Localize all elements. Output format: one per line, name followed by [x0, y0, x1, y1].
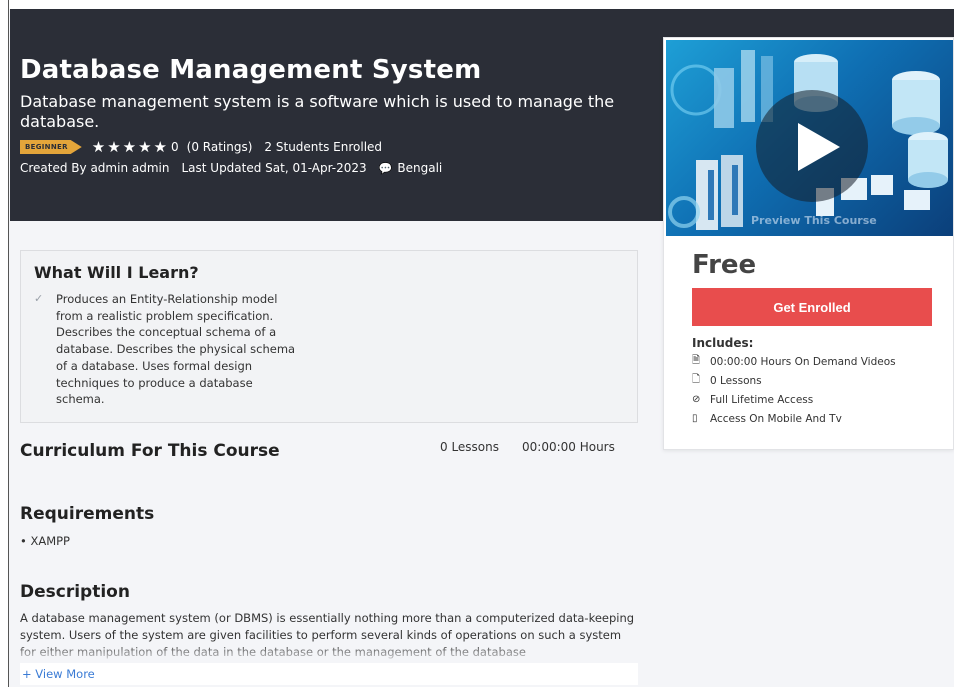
ratings-count: (0 Ratings)	[186, 140, 253, 154]
learn-item: Produces an Entity-Relationship model fr…	[56, 292, 296, 407]
course-title: Database Management System	[20, 55, 482, 85]
include-item-mobile: ▯ Access On Mobile And Tv	[692, 409, 896, 428]
requirement-label: XAMPP	[30, 534, 70, 548]
preview-label[interactable]: Preview This Course	[751, 214, 877, 227]
curriculum-lessons: 0 Lessons	[440, 440, 500, 454]
course-meta-row: Created By admin admin Last Updated Sat,…	[20, 161, 442, 175]
course-language: Bengali	[397, 161, 443, 175]
include-item-label: 0 Lessons	[710, 374, 762, 387]
file-icon: 🗋	[692, 374, 701, 385]
star-rating-icon: ★★★★★	[91, 138, 170, 156]
last-updated: Last Updated Sat, 01-Apr-2023	[181, 161, 367, 175]
course-preview-video[interactable]: Preview This Course	[666, 40, 953, 236]
includes-title: Includes:	[692, 336, 754, 350]
course-subtitle: Database management system is a software…	[20, 92, 615, 131]
course-price: Free	[692, 250, 757, 280]
curriculum-title: Curriculum For This Course	[20, 441, 280, 461]
what-will-i-learn-box: What Will I Learn? ✓ Produces an Entity-…	[20, 250, 638, 423]
requirements-title: Requirements	[20, 504, 155, 524]
include-item-label: Full Lifetime Access	[710, 393, 814, 406]
rating-value: 0	[171, 140, 179, 154]
learn-title: What Will I Learn?	[34, 263, 199, 282]
course-sidebar-card: Preview This Course Free Get Enrolled In…	[663, 37, 954, 450]
view-more-link[interactable]: + View More	[22, 667, 95, 681]
created-by: Created By admin admin	[20, 161, 170, 175]
check-icon: ✓	[34, 292, 44, 305]
view-more-bar	[20, 663, 638, 685]
include-item-label: Access On Mobile And Tv	[710, 412, 842, 425]
window-top-border	[0, 0, 954, 9]
curriculum-hours: 00:00:00 Hours	[522, 440, 615, 454]
window-left-border	[0, 0, 9, 687]
course-rating-row: BEGINNER ★★★★★ 0 (0 Ratings) 2 Students …	[20, 138, 382, 156]
includes-list: 🗎 00:00:00 Hours On Demand Videos 🗋 0 Less…	[692, 352, 896, 428]
description-fade	[20, 643, 640, 663]
description-title: Description	[20, 582, 130, 602]
include-item-lessons: 🗋 0 Lessons	[692, 371, 896, 390]
include-item-label: 00:00:00 Hours On Demand Videos	[710, 355, 896, 368]
include-item-videos: 🗎 00:00:00 Hours On Demand Videos	[692, 352, 896, 371]
compass-icon: ⊘	[692, 394, 701, 405]
students-enrolled: 2 Students Enrolled	[264, 140, 383, 154]
get-enrolled-button[interactable]: Get Enrolled	[692, 288, 932, 326]
play-icon[interactable]	[798, 123, 840, 171]
level-badge: BEGINNER	[20, 140, 82, 154]
document-icon: 🗎	[692, 355, 701, 366]
mobile-icon: ▯	[692, 413, 698, 424]
include-item-lifetime: ⊘ Full Lifetime Access	[692, 390, 896, 409]
requirement-item: • XAMPP	[20, 534, 70, 548]
chat-bubble-icon: 💬	[378, 161, 393, 175]
